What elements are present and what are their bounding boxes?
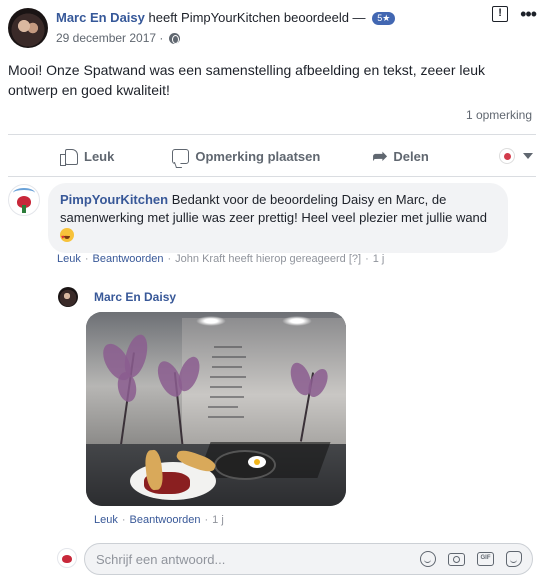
like-icon xyxy=(60,148,78,166)
reply-input-placeholder: Schrijf een antwoord... xyxy=(96,552,226,567)
reply-meta: Leuk · Beantwoorden · 1 j xyxy=(94,514,224,526)
share-button[interactable]: ➦ Delen xyxy=(372,146,429,166)
post-header: Marc En Daisy heeft PimpYourKitchen beoo… xyxy=(56,10,396,25)
reply-photo[interactable] xyxy=(86,312,346,506)
divider xyxy=(8,134,536,135)
like-label: Leuk xyxy=(84,148,115,164)
post-top-icons: ! ••• xyxy=(492,5,537,23)
reply-like-link[interactable]: Leuk xyxy=(94,514,118,526)
emoji-picker-icon[interactable] xyxy=(420,551,436,567)
page-avatar[interactable] xyxy=(8,184,40,216)
globe-icon xyxy=(169,32,181,44)
chevron-down-icon xyxy=(522,153,533,159)
reply-input-icons: GIF xyxy=(420,551,522,567)
comment-time[interactable]: 1 j xyxy=(373,253,385,265)
comment-bubble: PimpYourKitchen Bedankt voor de beoordel… xyxy=(48,183,508,253)
help-mark[interactable]: [?] xyxy=(349,253,361,265)
reply-reply-link[interactable]: Beantwoorden xyxy=(130,514,201,526)
post-date-row: 29 december 2017 · xyxy=(56,31,181,45)
more-icon[interactable]: ••• xyxy=(520,5,537,23)
post-as-selector[interactable] xyxy=(498,148,533,164)
reply-as-avatar xyxy=(57,548,77,568)
comment-icon xyxy=(172,148,190,164)
reply-time[interactable]: 1 j xyxy=(212,514,224,526)
post-author-avatar[interactable] xyxy=(8,8,48,48)
post-text: Mooi! Onze Spatwand was een samenstellin… xyxy=(8,62,486,98)
comment-button[interactable]: Opmerking plaatsen xyxy=(172,148,321,164)
page-avatar-small xyxy=(498,148,515,164)
gif-icon[interactable]: GIF xyxy=(477,552,494,566)
reply-author-avatar[interactable] xyxy=(58,287,78,307)
rating-badge: 5★ xyxy=(372,12,396,25)
sticker-icon[interactable] xyxy=(506,551,522,567)
action-bar: Leuk Opmerking plaatsen ➦ Delen xyxy=(8,140,536,172)
comment-like-link[interactable]: Leuk xyxy=(57,253,81,265)
post-action-text: heeft PimpYourKitchen beoordeeld — xyxy=(148,10,366,25)
replied-note: John Kraft heeft hierop gereageerd xyxy=(175,253,346,265)
divider xyxy=(8,176,536,177)
share-label: Delen xyxy=(393,148,429,164)
post-author-name[interactable]: Marc En Daisy xyxy=(56,10,145,25)
reply-author[interactable]: Marc En Daisy xyxy=(94,290,176,304)
share-icon: ➦ xyxy=(372,146,388,166)
like-button[interactable]: Leuk xyxy=(60,148,115,166)
comment-meta: Leuk · Beantwoorden · John Kraft heeft hiero… xyxy=(57,253,385,265)
comment-count[interactable]: 1 opmerking xyxy=(466,108,532,122)
report-icon[interactable]: ! xyxy=(492,6,509,22)
comment-reply-link[interactable]: Beantwoorden xyxy=(93,253,164,265)
post-date[interactable]: 29 december 2017 · xyxy=(56,31,163,45)
camera-icon[interactable] xyxy=(448,552,465,566)
heart-eyes-emoji-icon xyxy=(60,228,74,247)
comment-label: Opmerking plaatsen xyxy=(195,148,321,164)
reply-input[interactable]: Schrijf een antwoord... GIF xyxy=(84,543,533,575)
comment-author[interactable]: PimpYourKitchen xyxy=(60,192,168,207)
